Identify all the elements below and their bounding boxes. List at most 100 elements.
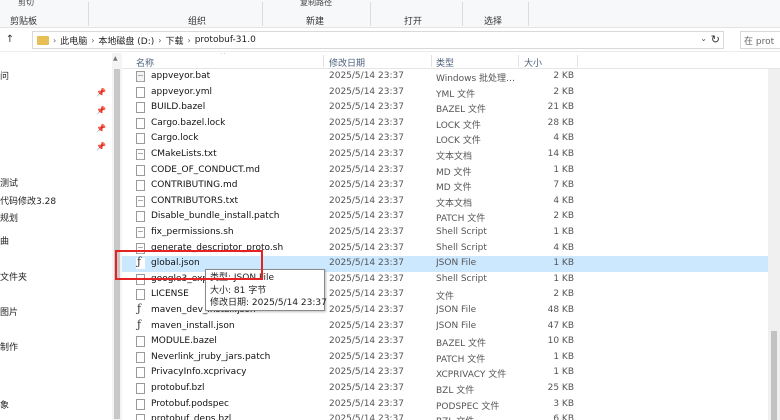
scrollbar-thumb[interactable] [114, 69, 120, 419]
file-row[interactable]: protobuf_deps.bzl 2025/5/14 23:37 BZL 文件 6 … [122, 412, 780, 420]
file-row[interactable]: CONTRIBUTORS.txt 2025/5/14 23:37 文本文档 4 KB [122, 194, 780, 210]
file-row[interactable]: appveyor.yml 2025/5/14 23:37 YML 文件 2 KB [122, 85, 780, 101]
file-row[interactable]: MODULE.bazel 2025/5/14 23:37 BAZEL 文件 10 KB [122, 334, 780, 350]
nav-item[interactable]: 曲 [0, 234, 9, 247]
file-name: appveyor.bat [151, 71, 211, 81]
chevron-right-icon[interactable]: › [53, 36, 56, 45]
cut-button[interactable]: 剪切 [18, 0, 34, 8]
ribbon-separator [370, 2, 371, 26]
file-name: CONTRIBUTORS.txt [151, 195, 239, 206]
ribbon-group-select: 选择 [484, 17, 503, 27]
file-icon [136, 367, 145, 379]
file-date: 2025/5/14 23:37 [329, 336, 404, 347]
nav-item[interactable]: 问 [0, 69, 9, 82]
file-row[interactable]: Disable_bundle_install.patch 2025/5/14 23… [122, 209, 780, 225]
file-row[interactable]: appveyor.bat 2025/5/14 23:37 Windows 批处理… 2… [122, 69, 780, 85]
column-header-date[interactable]: 修改日期 [329, 56, 365, 69]
chevron-down-icon[interactable]: ⌄ [700, 34, 707, 43]
copy-path-button[interactable]: 复制路径 [300, 0, 332, 8]
column-header-type[interactable]: 类型 [436, 56, 454, 69]
file-date: 2025/5/14 23:37 [329, 164, 404, 175]
nav-item[interactable]: 规划 [0, 211, 18, 224]
sort-up-icon: ^ [220, 53, 226, 59]
nav-item[interactable]: 代码修改3.28 [0, 194, 56, 207]
pin-icon: 📌 [96, 106, 106, 115]
column-divider[interactable] [323, 55, 324, 67]
file-icon [136, 383, 145, 394]
text-file-icon [136, 149, 145, 160]
scrollbar-thumb[interactable] [771, 331, 777, 420]
file-type: Shell Script [436, 227, 487, 237]
file-row[interactable]: CMakeLists.txt 2025/5/14 23:37 文本文档 14 KB [122, 147, 780, 163]
file-size: 1 KB [553, 351, 574, 362]
file-row[interactable]: Cargo.lock 2025/5/14 23:37 LOCK 文件 4 KB [122, 131, 780, 147]
column-divider[interactable] [431, 55, 432, 67]
nav-item[interactable]: 文件夹 [0, 270, 27, 283]
file-row[interactable]: CONTRIBUTING.md 2025/5/14 23:37 MD 文件 7 KB [122, 178, 780, 194]
file-row[interactable]: CODE_OF_CONDUCT.md 2025/5/14 23:37 MD 文件 1 … [122, 163, 780, 179]
file-date: 2025/5/14 23:37 [329, 351, 404, 362]
ribbon-separator [528, 2, 529, 26]
file-size: 47 KB [547, 320, 574, 331]
file-date: 2025/5/14 23:37 [329, 398, 404, 409]
file-date: 2025/5/14 23:37 [329, 320, 404, 331]
file-name: PrivacyInfo.xcprivacy [151, 367, 247, 378]
file-date: 2025/5/14 23:37 [329, 71, 404, 81]
file-row[interactable]: fix_permissions.sh 2025/5/14 23:37 Shell S… [122, 225, 780, 241]
file-list-scrollbar[interactable] [768, 69, 780, 420]
column-header-name[interactable]: 名称 [136, 56, 154, 69]
text-file-icon [136, 242, 145, 254]
file-type: BZL 文件 [436, 386, 475, 396]
nav-item[interactable]: 制作 [0, 340, 18, 353]
nav-item[interactable]: 图片 [0, 305, 18, 318]
chevron-right-icon[interactable]: › [91, 36, 94, 45]
file-icon [136, 336, 145, 348]
ribbon-group-open: 打开 [404, 17, 423, 27]
breadcrumb-this-pc[interactable]: 此电脑 [60, 34, 87, 47]
file-size: 2 KB [553, 211, 574, 222]
batch-file-icon [136, 71, 145, 82]
file-row[interactable]: Neverlink_jruby_jars.patch 2025/5/14 23:3… [122, 350, 780, 366]
chevron-right-icon[interactable]: › [188, 36, 191, 45]
file-row[interactable]: BUILD.bazel 2025/5/14 23:37 BAZEL 文件 21 KB [122, 100, 780, 116]
file-type: PODSPEC 文件 [436, 401, 500, 412]
nav-item[interactable]: 象 [0, 398, 9, 411]
file-type: JSON File [436, 258, 477, 269]
nav-pane-scrollbar[interactable]: ▲ [112, 53, 122, 420]
nav-item[interactable]: 测试 [0, 176, 18, 189]
json-file-icon [136, 318, 145, 332]
column-divider[interactable] [577, 55, 578, 67]
up-arrow-icon[interactable]: ↑ [3, 32, 17, 48]
refresh-icon[interactable]: ↻ [711, 33, 720, 46]
file-type: LOCK 文件 [436, 136, 481, 147]
pin-icon: 📌 [96, 124, 106, 133]
file-name: Protobuf.podspec [151, 398, 229, 409]
file-row[interactable]: PrivacyInfo.xcprivacy 2025/5/14 23:37 XCPR… [122, 365, 780, 381]
search-input[interactable]: 在 prot [740, 31, 780, 49]
file-row[interactable]: generate_descriptor_proto.sh 2025/5/14 23… [122, 241, 780, 257]
file-size: 3 KB [553, 398, 574, 409]
breadcrumb-local-disk[interactable]: 本地磁盘 (D:) [98, 34, 154, 47]
chevron-right-icon[interactable]: › [158, 36, 161, 45]
breadcrumb-protobuf[interactable]: protobuf-31.0 [195, 35, 256, 45]
file-name: CODE_OF_CONDUCT.md [151, 164, 260, 175]
file-name: CMakeLists.txt [151, 149, 217, 159]
breadcrumb-downloads[interactable]: 下载 [165, 34, 183, 47]
column-header-size[interactable]: 大小 [524, 56, 542, 69]
file-row[interactable]: Cargo.bazel.lock 2025/5/14 23:37 LOCK 文件 28… [122, 116, 780, 132]
file-icon [136, 133, 145, 145]
ribbon-group-organize: 组织 [188, 17, 207, 27]
file-name: protobuf.bzl [151, 383, 205, 393]
tooltip-date: 修改日期: 2025/5/14 23:37 [210, 298, 327, 308]
file-row[interactable]: protobuf.bzl 2025/5/14 23:37 BZL 文件 25 KB [122, 381, 780, 397]
file-type: PATCH 文件 [436, 214, 486, 225]
tooltip-type: 类型: JSON File [210, 273, 274, 283]
file-type: BAZEL 文件 [436, 339, 487, 350]
file-row[interactable]: maven_install.json 2025/5/14 23:37 JSON Fi… [122, 318, 780, 335]
scroll-up-icon[interactable]: ▲ [113, 55, 118, 62]
file-row[interactable]: Protobuf.podspec 2025/5/14 23:37 PODSPEC 文… [122, 397, 780, 413]
file-date: 2025/5/14 23:37 [329, 133, 404, 144]
folder-icon [37, 35, 49, 45]
address-bar[interactable]: › 此电脑 › 本地磁盘 (D:) › 下载 › protobuf-31.0 ⌄… [32, 31, 724, 49]
column-divider[interactable] [518, 55, 519, 67]
